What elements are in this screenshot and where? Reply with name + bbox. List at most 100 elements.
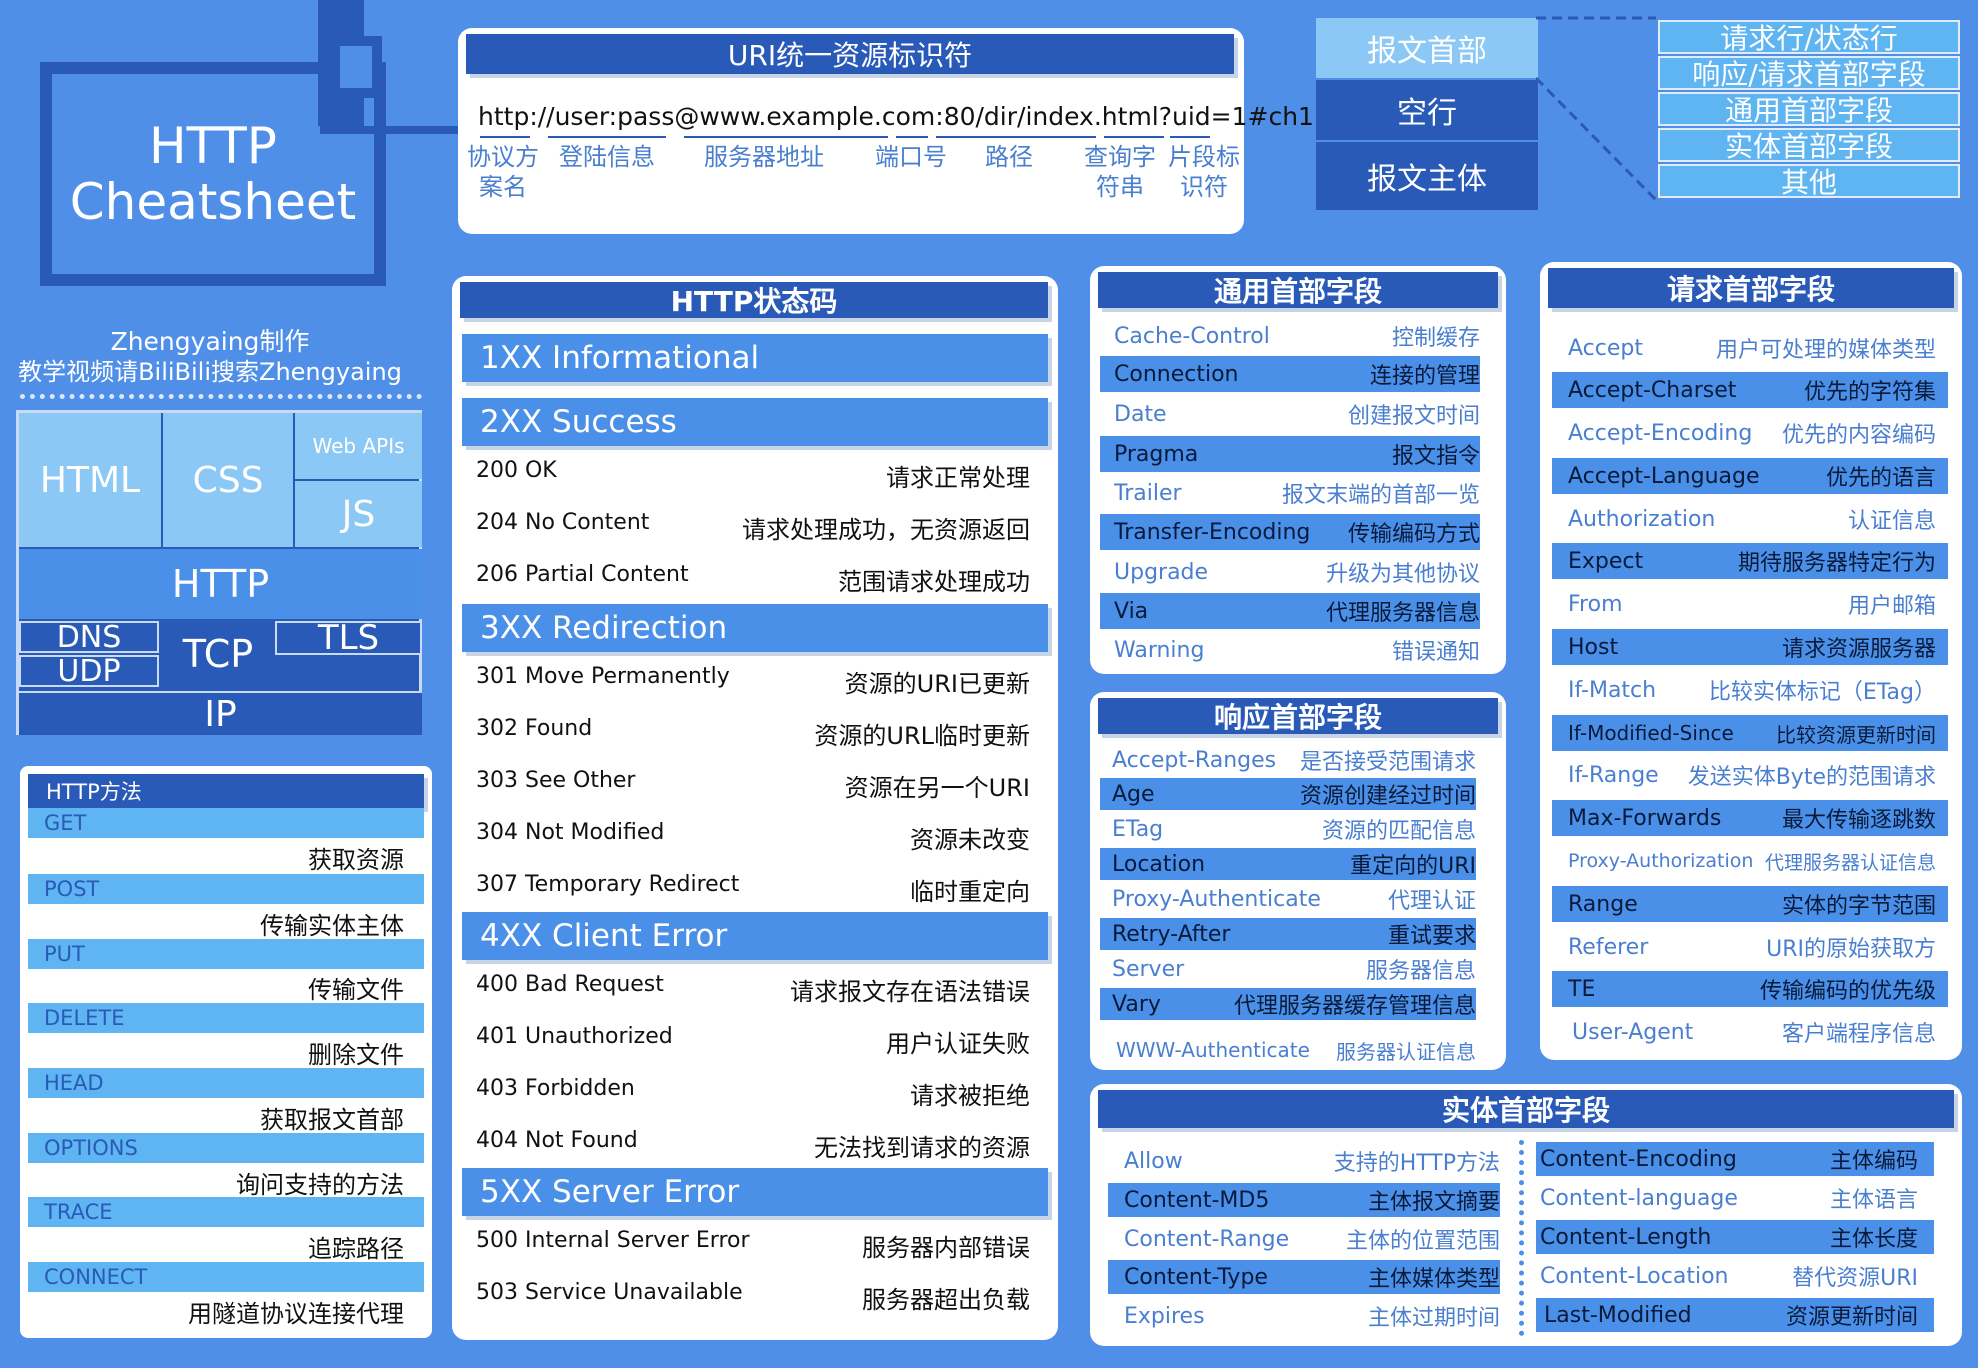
uri-label-port: 端口号 [875,143,947,171]
response-header-row: ETag 资源的匹配信息 [1112,816,1476,845]
request-header-row: Accept-Encoding 优先的内容编码 [1568,420,1936,449]
request-header-row: From 用户邮箱 [1568,591,1936,620]
message-part: 实体首部字段 [1658,128,1960,163]
status-row: 302 Found 资源的URL临时更新 [476,716,1030,750]
entity-header-row: Content-Type 主体媒体类型 [1108,1260,1500,1294]
uri-underline [548,136,666,138]
protocol-stack: HTML CSS Web APIs JS HTTP DNS UDP TCP TL… [16,410,422,735]
message-part: 其他 [1658,164,1960,199]
uri-example: http://user:pass@www.example.com:80/dir/… [478,102,1314,131]
status-row: 204 No Content 请求处理成功，无资源返回 [476,510,1030,544]
message-part: 请求行/状态行 [1658,20,1960,55]
uri-underline [936,136,1096,138]
entity-headers-title: 实体首部字段 [1098,1090,1954,1128]
request-header-row: If-Match 比较实体标记（ETag） [1568,677,1936,706]
general-header-row: Date 创建报文时间 [1114,401,1480,430]
entity-header-row: Content-Length 主体长度 [1536,1220,1934,1254]
general-header-row: Upgrade 升级为其他协议 [1114,559,1480,588]
method-put: PUT [28,939,424,969]
general-header-row: Connection 连接的管理 [1100,356,1480,392]
request-header-row: Expect 期待服务器特定行为 [1552,543,1948,579]
request-header-row: Referer URI的原始获取方 [1568,934,1936,963]
entity-header-row: Last-Modified 资源更新时间 [1536,1298,1934,1332]
status-row: 404 Not Found 无法找到请求的资源 [476,1128,1030,1162]
uri-label-scheme: 协议方案名 [467,143,539,201]
general-header-row: Trailer 报文末端的首部一览 [1114,480,1480,509]
entity-header-row: Content-language 主体语言 [1540,1185,1918,1214]
method-desc: 删除文件 [308,1041,404,1069]
response-header-row: WWW-Authenticate 服务器认证信息 [1116,1038,1476,1064]
stack-html: HTML [19,413,161,547]
status-title: HTTP状态码 [460,282,1048,318]
uri-label-query: 查询字符串 [1084,143,1156,201]
entity-header-row: Content-Range 主体的位置范围 [1124,1226,1500,1255]
method-desc: 获取报文首部 [260,1106,404,1134]
general-header-row: Transfer-Encoding 传输编码方式 [1100,514,1480,550]
message-header: 报文首部 [1316,18,1538,78]
status-row: 400 Bad Request 请求报文存在语法错误 [476,972,1030,1006]
logo-title: HTTP Cheatsheet [69,117,357,231]
uri-title: URI统一资源标识符 [466,34,1234,74]
response-header-row: Server 服务器信息 [1112,956,1476,985]
uri-underline [684,136,888,138]
message-blank-line: 空行 [1316,80,1538,140]
general-headers-title: 通用首部字段 [1098,272,1498,308]
response-header-row: Age 资源创建经过时间 [1100,778,1476,810]
status-row: 307 Temporary Redirect 临时重定向 [476,872,1030,906]
request-header-row: Host 请求资源服务器 [1552,629,1948,665]
stack-udp: UDP [19,654,159,689]
request-header-row: Proxy-Authorization 代理服务器认证信息 [1568,850,1936,874]
response-header-row: Retry-After 重试要求 [1100,918,1476,950]
status-row: 401 Unauthorized 用户认证失败 [476,1024,1030,1058]
entity-header-row: Content-MD5 主体报文摘要 [1108,1183,1500,1217]
response-header-row: Location 重定向的URI [1100,848,1476,880]
status-row: 500 Internal Server Error 服务器内部错误 [476,1228,1030,1262]
request-header-row: Range 实体的字节范围 [1552,886,1948,922]
method-post: POST [28,874,424,904]
request-header-row: User-Agent 客户端程序信息 [1572,1019,1936,1048]
response-headers-title: 响应首部字段 [1098,698,1498,734]
uri-label-host: 服务器地址 [704,143,824,171]
status-row: 200 OK 请求正常处理 [476,458,1030,492]
status-section-3xx: 3XX Redirection [462,604,1048,652]
response-header-row: Vary 代理服务器缓存管理信息 [1100,988,1476,1020]
method-options: OPTIONS [28,1133,424,1163]
entity-header-row: Content-Encoding 主体编码 [1536,1142,1934,1176]
stack-js: JS [295,481,422,547]
general-header-row: Via 代理服务器信息 [1100,593,1480,629]
entity-header-row: Allow 支持的HTTP方法 [1124,1148,1500,1177]
status-section-2xx: 2XX Success [462,398,1048,446]
status-row: 206 Partial Content 范围请求处理成功 [476,562,1030,596]
stack-tls: TLS [275,618,422,658]
uri-underline [1104,136,1164,138]
method-connect: CONNECT [28,1262,424,1292]
method-desc: 传输文件 [308,976,404,1004]
uri-card: URI统一资源标识符 [458,28,1244,234]
uri-underline [1170,136,1210,138]
method-get: GET [28,808,424,838]
stack-http: HTTP [19,549,422,619]
status-section-5xx: 5XX Server Error [462,1168,1048,1216]
uri-label-login: 登陆信息 [559,143,655,171]
method-desc: 获取资源 [308,846,404,874]
response-header-row: Accept-Ranges 是否接受范围请求 [1112,747,1476,776]
video-credit: 教学视频请BiliBili搜索Zhengyaing [18,358,402,386]
uri-underline [896,136,928,138]
request-header-row: Accept-Charset 优先的字符集 [1552,372,1948,408]
status-section-4xx: 4XX Client Error [462,912,1048,960]
message-connector [1536,16,1658,202]
status-row: 503 Service Unavailable 服务器超出负载 [476,1280,1030,1314]
status-row: 301 Move Permanently 资源的URI已更新 [476,664,1030,698]
status-row: 303 See Other 资源在另一个URI [476,768,1030,802]
response-header-row: Proxy-Authenticate 代理认证 [1112,886,1476,915]
request-header-row: If-Modified-Since 比较资源更新时间 [1552,715,1948,751]
method-desc: 用隧道协议连接代理 [188,1300,404,1328]
stack-webapis: Web APIs [295,413,422,479]
stack-dns: DNS [19,620,159,655]
entity-header-row: Content-Location 替代资源URI [1540,1263,1918,1292]
general-header-row: Warning 错误通知 [1114,637,1480,666]
method-desc: 询问支持的方法 [236,1171,404,1199]
method-desc: 传输实体主体 [260,912,404,940]
method-delete: DELETE [28,1003,424,1033]
entity-divider [1519,1140,1524,1336]
